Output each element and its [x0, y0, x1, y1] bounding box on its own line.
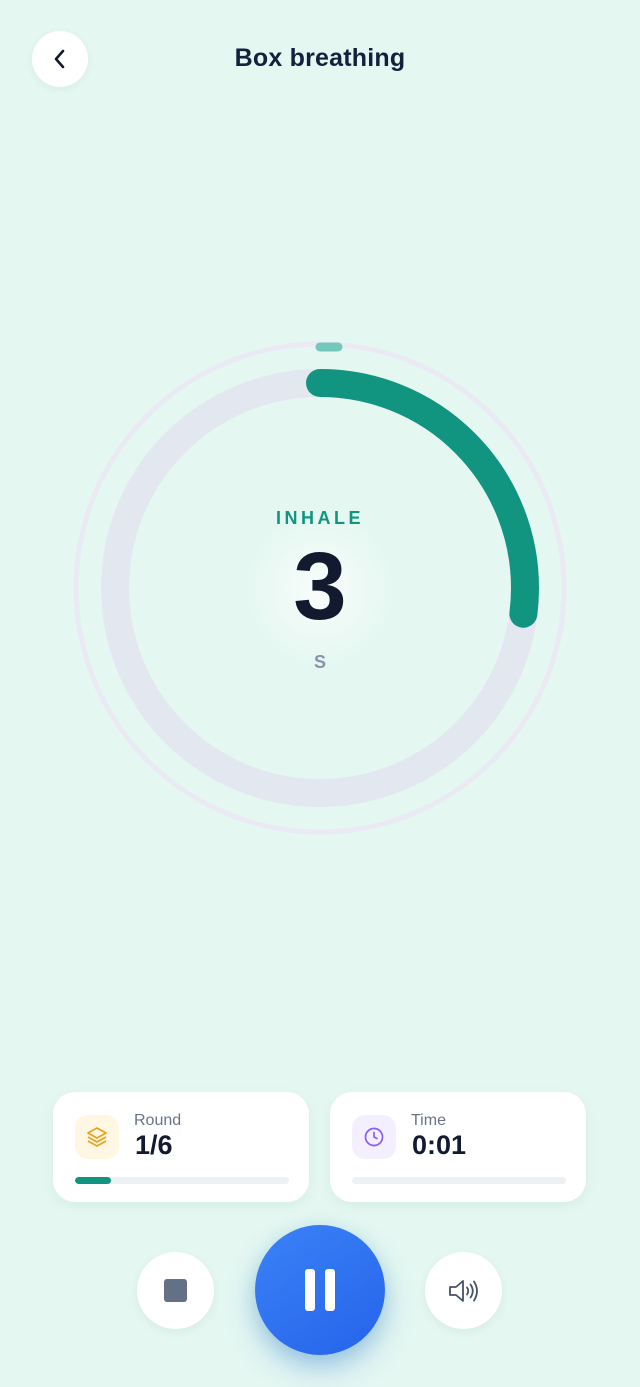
pause-icon [300, 1269, 340, 1311]
sound-button[interactable] [425, 1252, 502, 1329]
phase-label: INHALE [276, 508, 364, 528]
time-card: Time 0:01 [330, 1092, 586, 1202]
countdown-unit: S [313, 652, 326, 672]
layers-icon [75, 1115, 119, 1159]
page-title: Box breathing [234, 44, 406, 72]
round-progress-track [75, 1177, 289, 1184]
round-value: 1/6 [135, 1130, 173, 1160]
time-label: Time [411, 1112, 446, 1129]
time-progress-track [352, 1177, 566, 1184]
volume-icon [448, 1279, 478, 1302]
stop-icon [164, 1279, 187, 1302]
round-label: Round [134, 1112, 182, 1129]
pause-button[interactable] [255, 1225, 385, 1355]
time-value: 0:01 [412, 1130, 467, 1160]
round-card: Round 1/6 [53, 1092, 309, 1202]
round-progress-fill [75, 1177, 112, 1184]
clock-icon [352, 1115, 396, 1159]
breathing-timer: INHALE 3 S [70, 340, 570, 840]
countdown-value: 3 [293, 533, 347, 640]
stop-button[interactable] [137, 1252, 214, 1329]
